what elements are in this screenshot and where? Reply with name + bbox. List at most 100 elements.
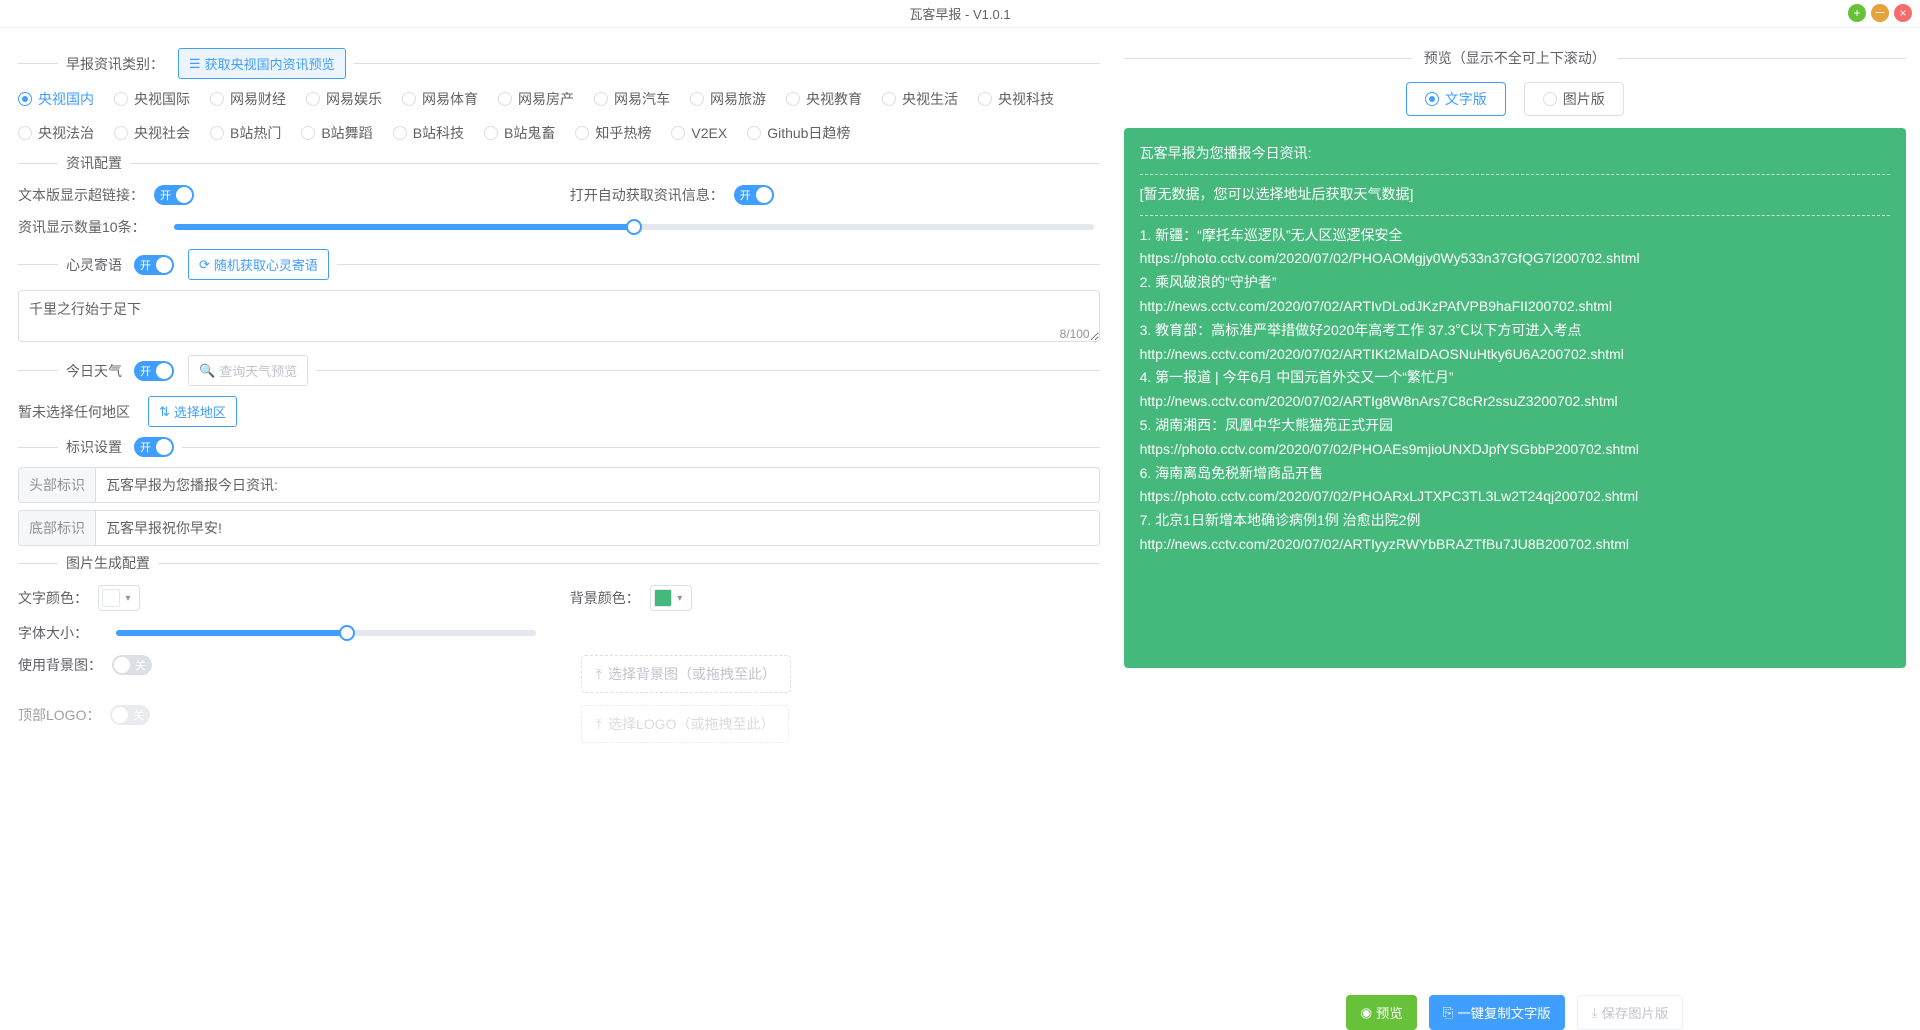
category-radio[interactable]: 网易财经 (210, 89, 286, 109)
copy-icon: ⎘ (1443, 1005, 1454, 1021)
random-soul-button[interactable]: ⟳ 随机获取心灵寄语 (188, 249, 329, 280)
choose-bg-upload[interactable]: ⤒ 选择背景图（或拖拽至此） (581, 655, 791, 693)
category-radio[interactable]: B站舞蹈 (301, 123, 372, 143)
preview-panel: 预览（显示不全可上下滚动） 文字版 图片版 瓦客早报为您播报今日资讯: [暂无数… (1114, 28, 1920, 1030)
text-color-picker[interactable]: ▾ (98, 585, 140, 611)
choose-logo-upload[interactable]: ⤒ 选择LOGO（或拖拽至此） (581, 705, 790, 743)
window-add-button[interactable]: + (1848, 4, 1866, 22)
window-close-button[interactable]: × (1894, 4, 1912, 22)
category-radio[interactable]: 网易汽车 (594, 89, 670, 109)
category-radio[interactable]: B站鬼畜 (484, 123, 555, 143)
category-radio-label: 网易旅游 (710, 89, 766, 109)
category-radio[interactable]: B站热门 (210, 123, 281, 143)
category-radio[interactable]: 央视生活 (882, 89, 958, 109)
copy-text-button[interactable]: ⎘ 一键复制文字版 (1429, 995, 1565, 1030)
auto-fetch-label: 打开自动获取资讯信息： (570, 185, 724, 205)
head-badge-input[interactable] (95, 467, 1100, 503)
soul-section-label: 心灵寄语 (66, 255, 122, 275)
badge-section-label: 标识设置 (66, 437, 122, 457)
category-radio[interactable]: B站科技 (393, 123, 464, 143)
use-bg-label: 使用背景图： (18, 655, 102, 675)
top-logo-label: 顶部LOGO： (18, 705, 100, 725)
image-config-label: 图片生成配置 (66, 553, 150, 573)
radio-icon (402, 92, 416, 106)
radio-icon (498, 92, 512, 106)
radio-icon (690, 92, 704, 106)
bg-color-picker[interactable]: ▾ (650, 585, 692, 611)
foot-badge-prefix: 底部标识 (18, 510, 95, 546)
radio-icon (747, 126, 761, 140)
font-size-slider[interactable] (116, 630, 536, 636)
radio-icon (786, 92, 800, 106)
foot-badge-input[interactable] (95, 510, 1100, 546)
category-radio-label: 网易财经 (230, 89, 286, 109)
use-bg-toggle[interactable]: 关 (112, 655, 152, 675)
preview-tab-text[interactable]: 文字版 (1406, 82, 1506, 116)
auto-fetch-toggle[interactable]: 开 (734, 185, 774, 205)
radio-icon (594, 92, 608, 106)
text-color-swatch (102, 589, 120, 607)
category-radio[interactable]: 知乎热榜 (575, 123, 651, 143)
category-radio[interactable]: 央视科技 (978, 89, 1054, 109)
preview-tab-image[interactable]: 图片版 (1524, 82, 1624, 116)
category-radio-label: 央视教育 (806, 89, 862, 109)
weather-toggle[interactable]: 开 (134, 361, 174, 381)
preview-line: 7. 北京1日新增本地确诊病例1例 治愈出院2例 (1140, 509, 1890, 533)
category-radio[interactable]: 网易娱乐 (306, 89, 382, 109)
category-radio-label: 央视社会 (134, 123, 190, 143)
category-radio[interactable]: 央视社会 (114, 123, 190, 143)
category-radio-label: 网易体育 (422, 89, 478, 109)
preview-line: 3. 教育部：高标准严举措做好2020年高考工作 37.3℃以下方可进入考点 (1140, 319, 1890, 343)
category-radio-label: B站热门 (230, 123, 281, 143)
category-radio-label: 央视国际 (134, 89, 190, 109)
category-radio[interactable]: Github日趋榜 (747, 123, 850, 143)
category-radio[interactable]: 央视国内 (18, 89, 94, 109)
category-radio-label: 央视科技 (998, 89, 1054, 109)
show-hyperlink-label: 文本版显示超链接： (18, 185, 144, 205)
category-radio[interactable]: 央视教育 (786, 89, 862, 109)
soul-char-count: 8/100 (1060, 327, 1090, 341)
download-icon: ⤓ (1592, 1005, 1598, 1021)
category-radio-label: 网易娱乐 (326, 89, 382, 109)
weather-query-button[interactable]: 🔍 查询天气预览 (188, 355, 308, 386)
category-radio[interactable]: 网易房产 (498, 89, 574, 109)
preview-button[interactable]: ◉ 预览 (1346, 995, 1416, 1030)
soul-textarea[interactable] (18, 290, 1100, 342)
text-color-label: 文字颜色： (18, 588, 88, 608)
category-radio[interactable]: 央视国际 (114, 89, 190, 109)
category-radio[interactable]: V2EX (671, 123, 727, 143)
radio-icon (301, 126, 315, 140)
preview-line: 1. 新疆：“摩托车巡逻队”无人区巡逻保安全 (1140, 224, 1890, 248)
badge-toggle[interactable]: 开 (134, 437, 174, 457)
filter-icon: ⇅ (159, 404, 170, 420)
soul-toggle[interactable]: 开 (134, 255, 174, 275)
fetch-cctv-preview-button[interactable]: ☰ 获取央视国内资讯预览 (178, 48, 346, 79)
chevron-down-icon: ▾ (672, 593, 688, 604)
radio-icon (18, 92, 32, 106)
weather-query-label: 查询天气预览 (219, 361, 297, 380)
window-title: 瓦客早报 - V1.0.1 (909, 4, 1010, 23)
news-count-label: 资讯显示数量10条： (18, 217, 146, 237)
eye-icon: ◉ (1360, 1005, 1372, 1021)
category-radio-label: 知乎热榜 (595, 123, 651, 143)
preview-weather-line: [暂无数据，您可以选择地址后获取天气数据] (1140, 183, 1890, 207)
preview-line: 6. 海南离岛免税新增商品开售 (1140, 462, 1890, 486)
choose-region-button[interactable]: ⇅ 选择地区 (148, 396, 237, 427)
top-logo-toggle[interactable]: 关 (110, 705, 150, 725)
category-radio-label: B站鬼畜 (504, 123, 555, 143)
window-minimize-button[interactable]: － (1871, 4, 1889, 22)
show-hyperlink-toggle[interactable]: 开 (154, 185, 194, 205)
preview-line: https://photo.cctv.com/2020/07/02/PHOAEs… (1140, 438, 1890, 462)
save-image-button: ⤓ 保存图片版 (1577, 995, 1684, 1030)
preview-line: https://photo.cctv.com/2020/07/02/PHOARx… (1140, 485, 1890, 509)
preview-line: 2. 乘风破浪的“守护者” (1140, 271, 1890, 295)
preview-content[interactable]: 瓦客早报为您播报今日资讯: [暂无数据，您可以选择地址后获取天气数据] 1. 新… (1124, 128, 1906, 668)
category-radio[interactable]: 网易体育 (402, 89, 478, 109)
category-radio[interactable]: 央视法治 (18, 123, 94, 143)
radio-icon (575, 126, 589, 140)
category-radio-label: B站科技 (413, 123, 464, 143)
category-radio[interactable]: 网易旅游 (690, 89, 766, 109)
news-count-slider[interactable] (174, 224, 1094, 230)
fetch-cctv-preview-label: 获取央视国内资讯预览 (205, 54, 335, 73)
preview-line: http://news.cctv.com/2020/07/02/ARTIvDLo… (1140, 295, 1890, 319)
